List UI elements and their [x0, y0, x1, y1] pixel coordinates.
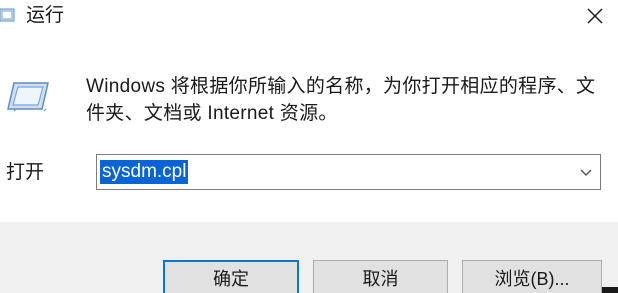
close-icon: [587, 8, 603, 24]
cancel-button[interactable]: 取消: [313, 260, 448, 293]
ok-button[interactable]: 确定: [163, 260, 299, 293]
title-bar[interactable]: 运行: [0, 0, 618, 34]
chevron-down-icon[interactable]: [578, 164, 594, 180]
close-button[interactable]: [572, 0, 618, 32]
run-dialog: 运行 Windows 将根据你所输入的名称，为你打开相应的程序、文件夹、文档或 …: [0, 0, 618, 293]
window-title: 运行: [26, 5, 65, 26]
open-label: 打开: [6, 162, 45, 183]
run-icon: [7, 82, 49, 112]
run-icon: [0, 8, 15, 22]
browse-button[interactable]: 浏览(B)...: [462, 260, 602, 293]
description-text: Windows 将根据你所输入的名称，为你打开相应的程序、文件夹、文档或 Int…: [86, 76, 596, 124]
open-input[interactable]: sysdm.cpl: [100, 160, 189, 184]
open-combobox[interactable]: sysdm.cpl: [96, 154, 601, 190]
corner-mark: [602, 287, 618, 293]
